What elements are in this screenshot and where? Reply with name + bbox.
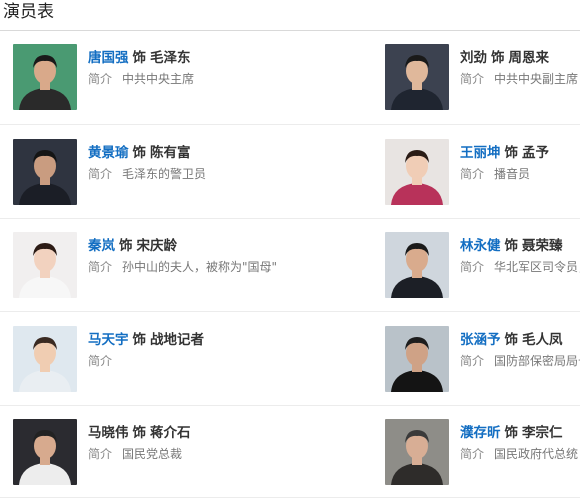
plays-label: 饰 (132, 332, 147, 348)
actor-photo[interactable] (13, 232, 77, 298)
row-divider (0, 311, 580, 312)
role-description: 华北军区司令员， (494, 260, 580, 274)
actor-photo[interactable] (385, 139, 449, 205)
role-name: 毛人凤 (522, 332, 563, 348)
actor-name: 刘劲 (460, 50, 487, 66)
cast-intro: 简介华北军区司令员， (460, 258, 580, 275)
intro-label: 简介 (460, 72, 485, 86)
cast-item: 王丽坤饰孟予 简介 播音员 (385, 139, 580, 209)
role-name: 孟予 (522, 145, 549, 161)
cast-intro: 简介 中共中央副主席 (460, 70, 578, 87)
plays-label: 饰 (132, 145, 147, 161)
cast-heading: 唐国强饰毛泽东 (88, 46, 191, 66)
plays-label: 饰 (119, 238, 133, 254)
intro-label: 简介 (460, 354, 485, 368)
cast-intro: 简介 中共中央主席 (88, 70, 194, 87)
intro-label: 简介 (88, 447, 113, 461)
actor-photo[interactable] (13, 44, 77, 110)
plays-label: 饰 (132, 425, 147, 441)
intro-label: 简介 (88, 354, 113, 368)
cast-item: 林永健饰聂荣臻简介华北军区司令员， (385, 232, 580, 302)
role-name: 宋庆龄 (136, 238, 178, 254)
actor-name[interactable]: 张涵予 (460, 332, 501, 348)
row-divider (0, 218, 580, 219)
cast-item: 马晓伟饰蒋介石 简介 国民党总裁 (13, 419, 283, 489)
cast-intro: 简介 毛泽东的警卫员 (88, 165, 206, 182)
cast-item: 唐国强饰毛泽东 简介 中共中央主席 (13, 44, 283, 114)
role-description: 国防部保密局局长 (494, 354, 580, 368)
actor-photo[interactable] (13, 139, 77, 205)
cast-heading: 黄景瑜饰陈有富 (88, 141, 191, 161)
intro-label: 简介 (460, 447, 485, 461)
role-name: 战地记者 (150, 332, 204, 348)
actor-name[interactable]: 唐国强 (88, 50, 129, 66)
actor-photo[interactable] (385, 232, 449, 298)
actor-name[interactable]: 黄景瑜 (88, 145, 129, 161)
role-description: 中共中央主席 (122, 72, 195, 86)
intro-label: 简介 (88, 72, 113, 86)
cast-intro: 简介 国民政府代总统 (460, 445, 578, 462)
actor-name[interactable]: 濮存昕 (460, 425, 501, 441)
role-description: 国民党总裁 (122, 447, 183, 461)
role-description: 国民政府代总统 (494, 447, 579, 461)
cast-intro: 简介国防部保密局局长 (460, 352, 580, 369)
actor-name[interactable]: 林永健 (460, 238, 501, 254)
title-divider (0, 30, 580, 31)
role-description: 中共中央副主席 (494, 72, 579, 86)
cast-heading: 濮存昕饰李宗仁 (460, 421, 563, 441)
section-title: 演员表 (3, 2, 54, 22)
role-name: 陈有富 (150, 145, 191, 161)
intro-label: 简介 (460, 167, 485, 181)
plays-label: 饰 (132, 50, 147, 66)
plays-label: 饰 (504, 145, 519, 161)
role-description: 孙中山的夫人，被称为"国母" (122, 260, 278, 274)
cast-heading: 张涵予饰毛人凤 (460, 328, 563, 348)
plays-label: 饰 (504, 425, 519, 441)
cast-item: 刘劲饰周恩来简介 中共中央副主席 (385, 44, 580, 114)
role-description: 播音员 (494, 167, 531, 181)
role-name: 李宗仁 (522, 425, 563, 441)
actor-photo[interactable] (385, 44, 449, 110)
row-divider (0, 124, 580, 125)
actor-name[interactable]: 马天宇 (88, 332, 129, 348)
cast-heading: 王丽坤饰孟予 (460, 141, 549, 161)
role-name: 周恩来 (508, 50, 550, 66)
cast-item: 濮存昕饰李宗仁 简介 国民政府代总统 (385, 419, 580, 489)
actor-photo[interactable] (385, 326, 449, 392)
cast-heading: 马晓伟饰蒋介石 (88, 421, 191, 441)
cast-item: 秦岚饰宋庆龄简介 孙中山的夫人，被称为"国母" (13, 232, 283, 302)
cast-intro: 简介 国民党总裁 (88, 445, 182, 462)
cast-intro: 简介 孙中山的夫人，被称为"国母" (88, 258, 277, 275)
cast-item: 马天宇饰战地记者简介 (13, 326, 283, 396)
role-name: 毛泽东 (150, 50, 191, 66)
intro-label: 简介 (88, 167, 113, 181)
actor-photo[interactable] (385, 419, 449, 485)
actor-name[interactable]: 王丽坤 (460, 145, 501, 161)
actor-name[interactable]: 秦岚 (88, 238, 115, 254)
cast-intro: 简介 (88, 352, 122, 369)
cast-heading: 马天宇饰战地记者 (88, 328, 204, 348)
intro-label: 简介 (460, 260, 485, 274)
role-description: 毛泽东的警卫员 (122, 167, 207, 181)
cast-intro: 简介 播音员 (460, 165, 530, 182)
cast-heading: 刘劲饰周恩来 (460, 46, 549, 66)
cast-heading: 林永健饰聂荣臻 (460, 234, 563, 254)
cast-heading: 秦岚饰宋庆龄 (88, 234, 177, 254)
actor-name: 马晓伟 (88, 425, 129, 441)
row-divider (0, 497, 580, 498)
actor-photo[interactable] (13, 419, 77, 485)
plays-label: 饰 (504, 238, 519, 254)
plays-label: 饰 (504, 332, 519, 348)
role-name: 蒋介石 (150, 425, 191, 441)
plays-label: 饰 (491, 50, 505, 66)
intro-label: 简介 (88, 260, 113, 274)
actor-photo[interactable] (13, 326, 77, 392)
cast-item: 张涵予饰毛人凤简介国防部保密局局长 (385, 326, 580, 396)
role-name: 聂荣臻 (522, 238, 563, 254)
row-divider (0, 405, 580, 406)
cast-item: 黄景瑜饰陈有富 简介 毛泽东的警卫员 (13, 139, 283, 209)
